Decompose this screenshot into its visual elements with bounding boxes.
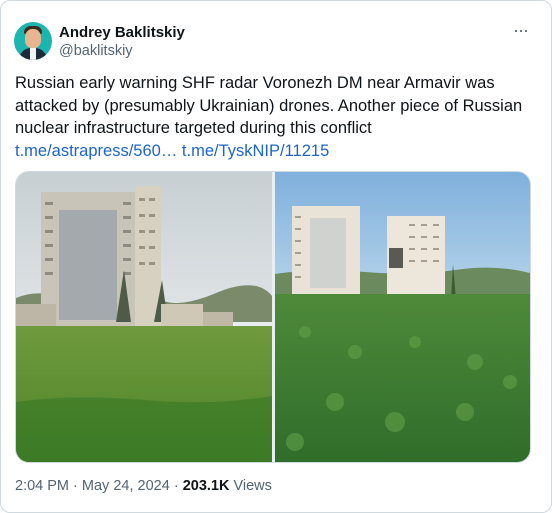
views-count: 203.1K	[182, 478, 230, 494]
radar-photo-left[interactable]	[16, 172, 272, 462]
avatar[interactable]	[14, 22, 52, 60]
link-tysknip[interactable]: t.me/TyskNIP/11215	[182, 142, 329, 160]
radar-photo-right[interactable]	[275, 172, 530, 462]
link-astrapress[interactable]: t.me/astrapress/560…	[15, 142, 177, 160]
tweet-card: Andrey Baklitskiy @baklitskiy ··· Russia…	[0, 0, 552, 513]
avatar-face	[25, 29, 41, 48]
views-label: Views	[233, 478, 272, 494]
ellipsis-icon[interactable]: ···	[513, 21, 529, 39]
post-time[interactable]: 2:04 PM	[15, 478, 69, 494]
tweet-meta: 2:04 PM · May 24, 2024 · 203.1K Views	[15, 477, 272, 495]
post-date[interactable]: May 24, 2024	[82, 478, 170, 494]
avatar-shirt	[30, 48, 36, 60]
tweet-text: Russian early warning SHF radar Voronezh…	[15, 72, 535, 162]
tweet-media	[15, 171, 531, 463]
author-name[interactable]: Andrey Baklitskiy	[59, 24, 185, 42]
tweet-body: Russian early warning SHF radar Voronezh…	[15, 74, 523, 137]
meta-separator: ·	[173, 478, 179, 494]
author-handle[interactable]: @baklitskiy	[59, 42, 133, 60]
meta-separator: ·	[73, 478, 78, 494]
